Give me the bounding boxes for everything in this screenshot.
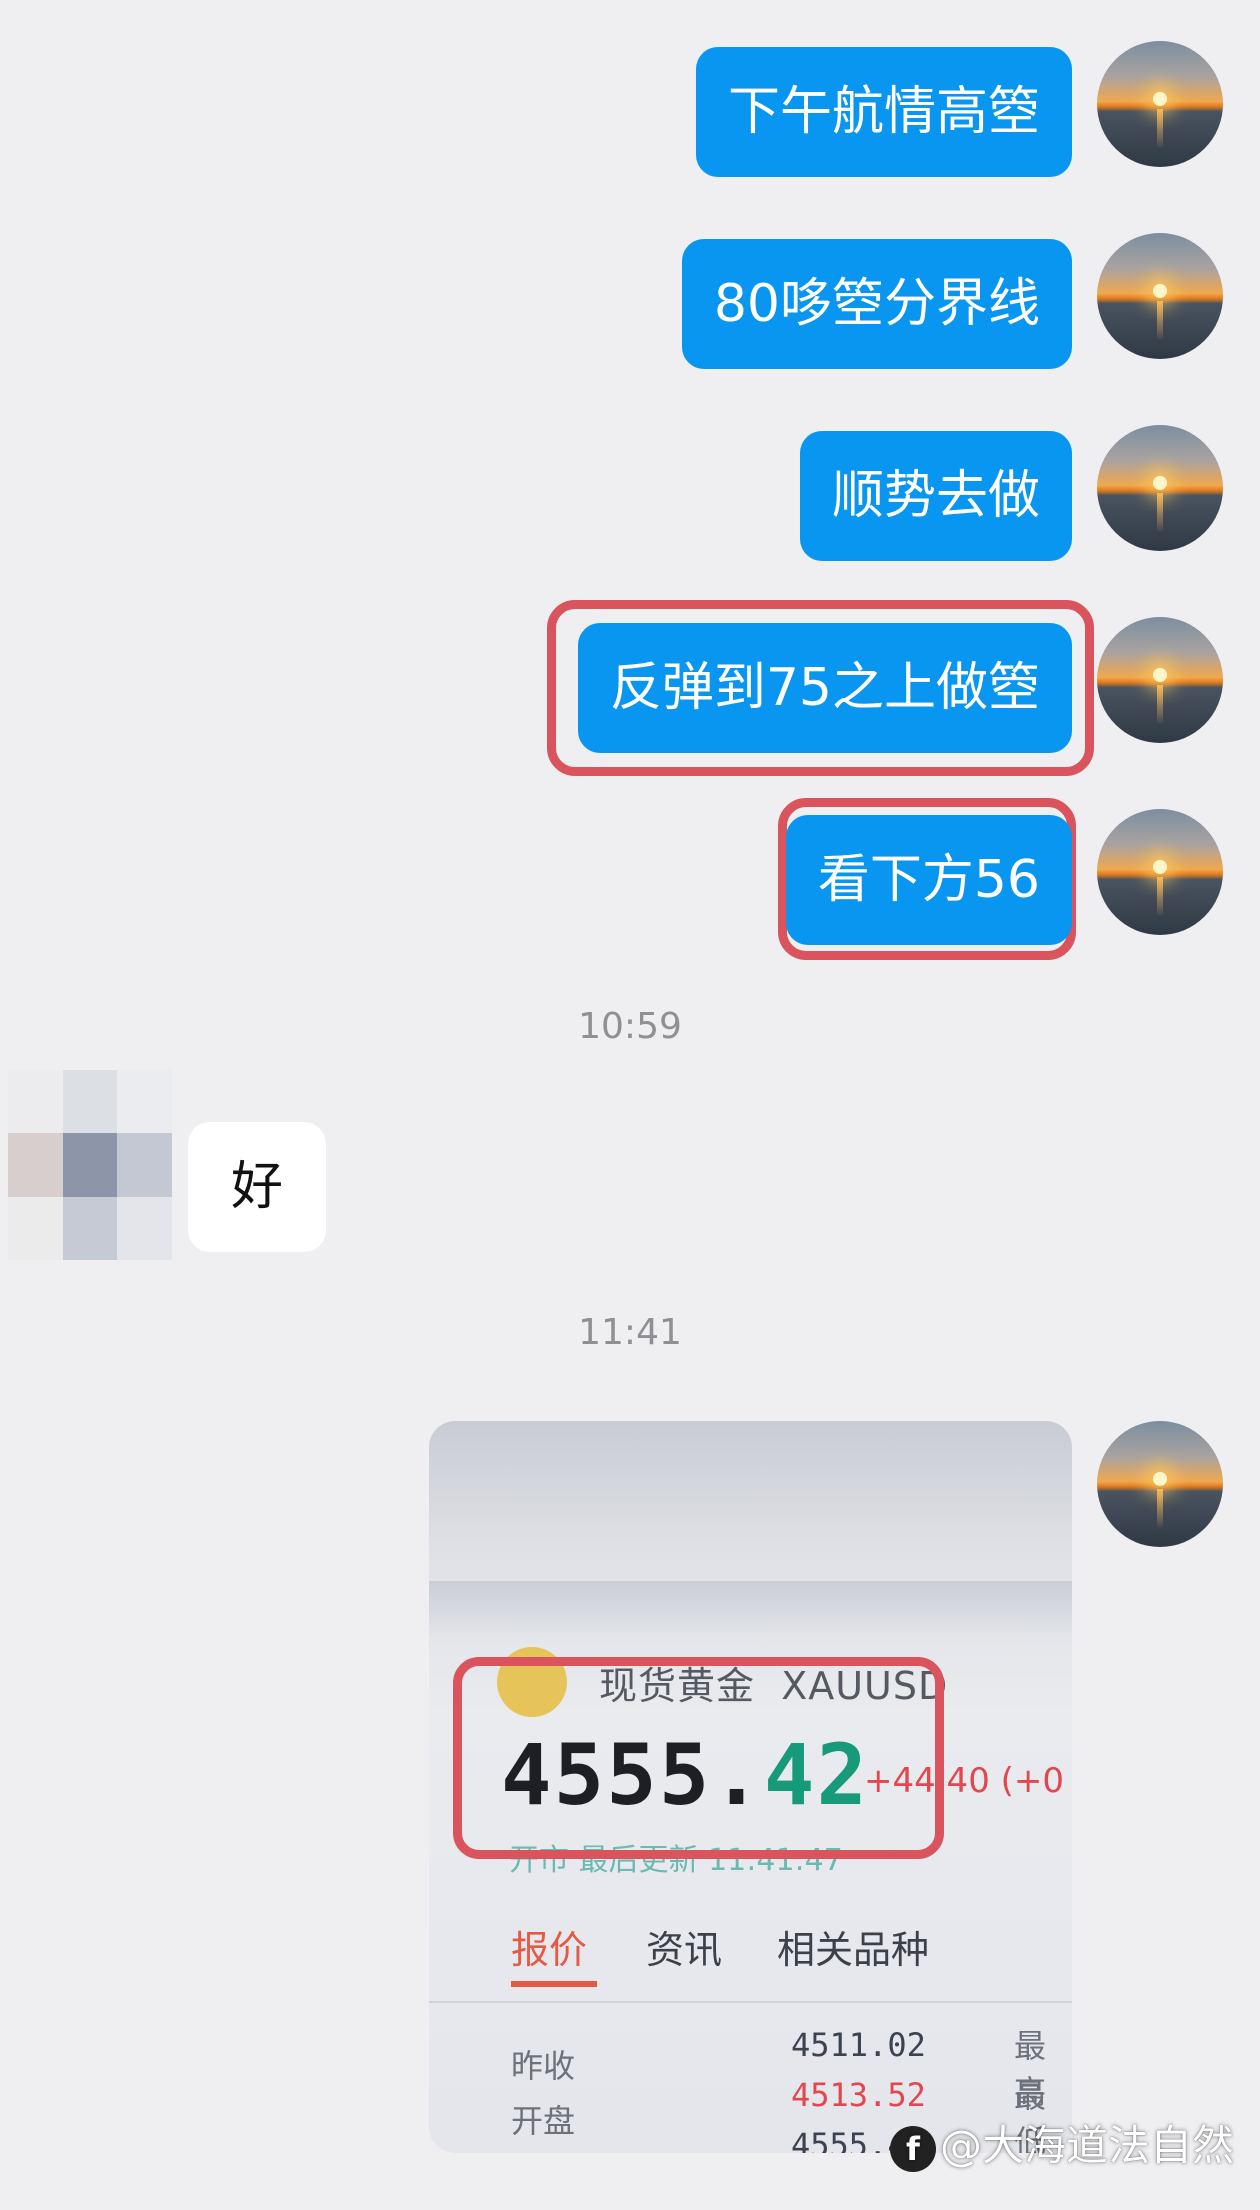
avatar[interactable]: [1097, 1421, 1223, 1547]
timestamp: 11:41: [578, 1312, 682, 1353]
highlight-box: [453, 1657, 944, 1859]
platform-logo-icon: [890, 2125, 936, 2172]
tab-quote: 报价: [511, 1928, 588, 1972]
avatar[interactable]: [1097, 425, 1223, 551]
message-bubble-sent[interactable]: 看下方56: [785, 815, 1072, 945]
avatar[interactable]: [8, 1070, 172, 1260]
message-bubble-received[interactable]: 好: [188, 1122, 326, 1252]
tab-related: 相关品种: [777, 1928, 930, 1972]
message-bubble-sent[interactable]: 80哆箜分界线: [681, 239, 1072, 369]
timestamp: 10:59: [578, 1006, 682, 1047]
quote-label: 买入: [511, 2146, 575, 2153]
quote-value: 4511.02: [791, 2026, 926, 2064]
avatar[interactable]: [1097, 809, 1223, 935]
image-decor: [429, 1581, 1072, 1641]
divider: [429, 2001, 1072, 2003]
message-bubble-sent[interactable]: 下午航情高箜: [695, 47, 1072, 177]
message-bubble-sent[interactable]: 顺势去做: [799, 431, 1072, 561]
avatar[interactable]: [1097, 233, 1223, 359]
tab-indicator: [511, 1981, 597, 1987]
quote-value: 4513.52: [791, 2076, 926, 2114]
avatar[interactable]: [1097, 41, 1223, 167]
quote-label: 开盘: [511, 2102, 576, 2140]
tab-news: 资讯: [646, 1928, 723, 1972]
message-bubble-sent[interactable]: 反弹到75之上做箜: [577, 623, 1072, 753]
avatar[interactable]: [1097, 617, 1223, 743]
watermark: @大海道法自然: [890, 2112, 1234, 2173]
quote-label: 昨收: [511, 2047, 576, 2085]
